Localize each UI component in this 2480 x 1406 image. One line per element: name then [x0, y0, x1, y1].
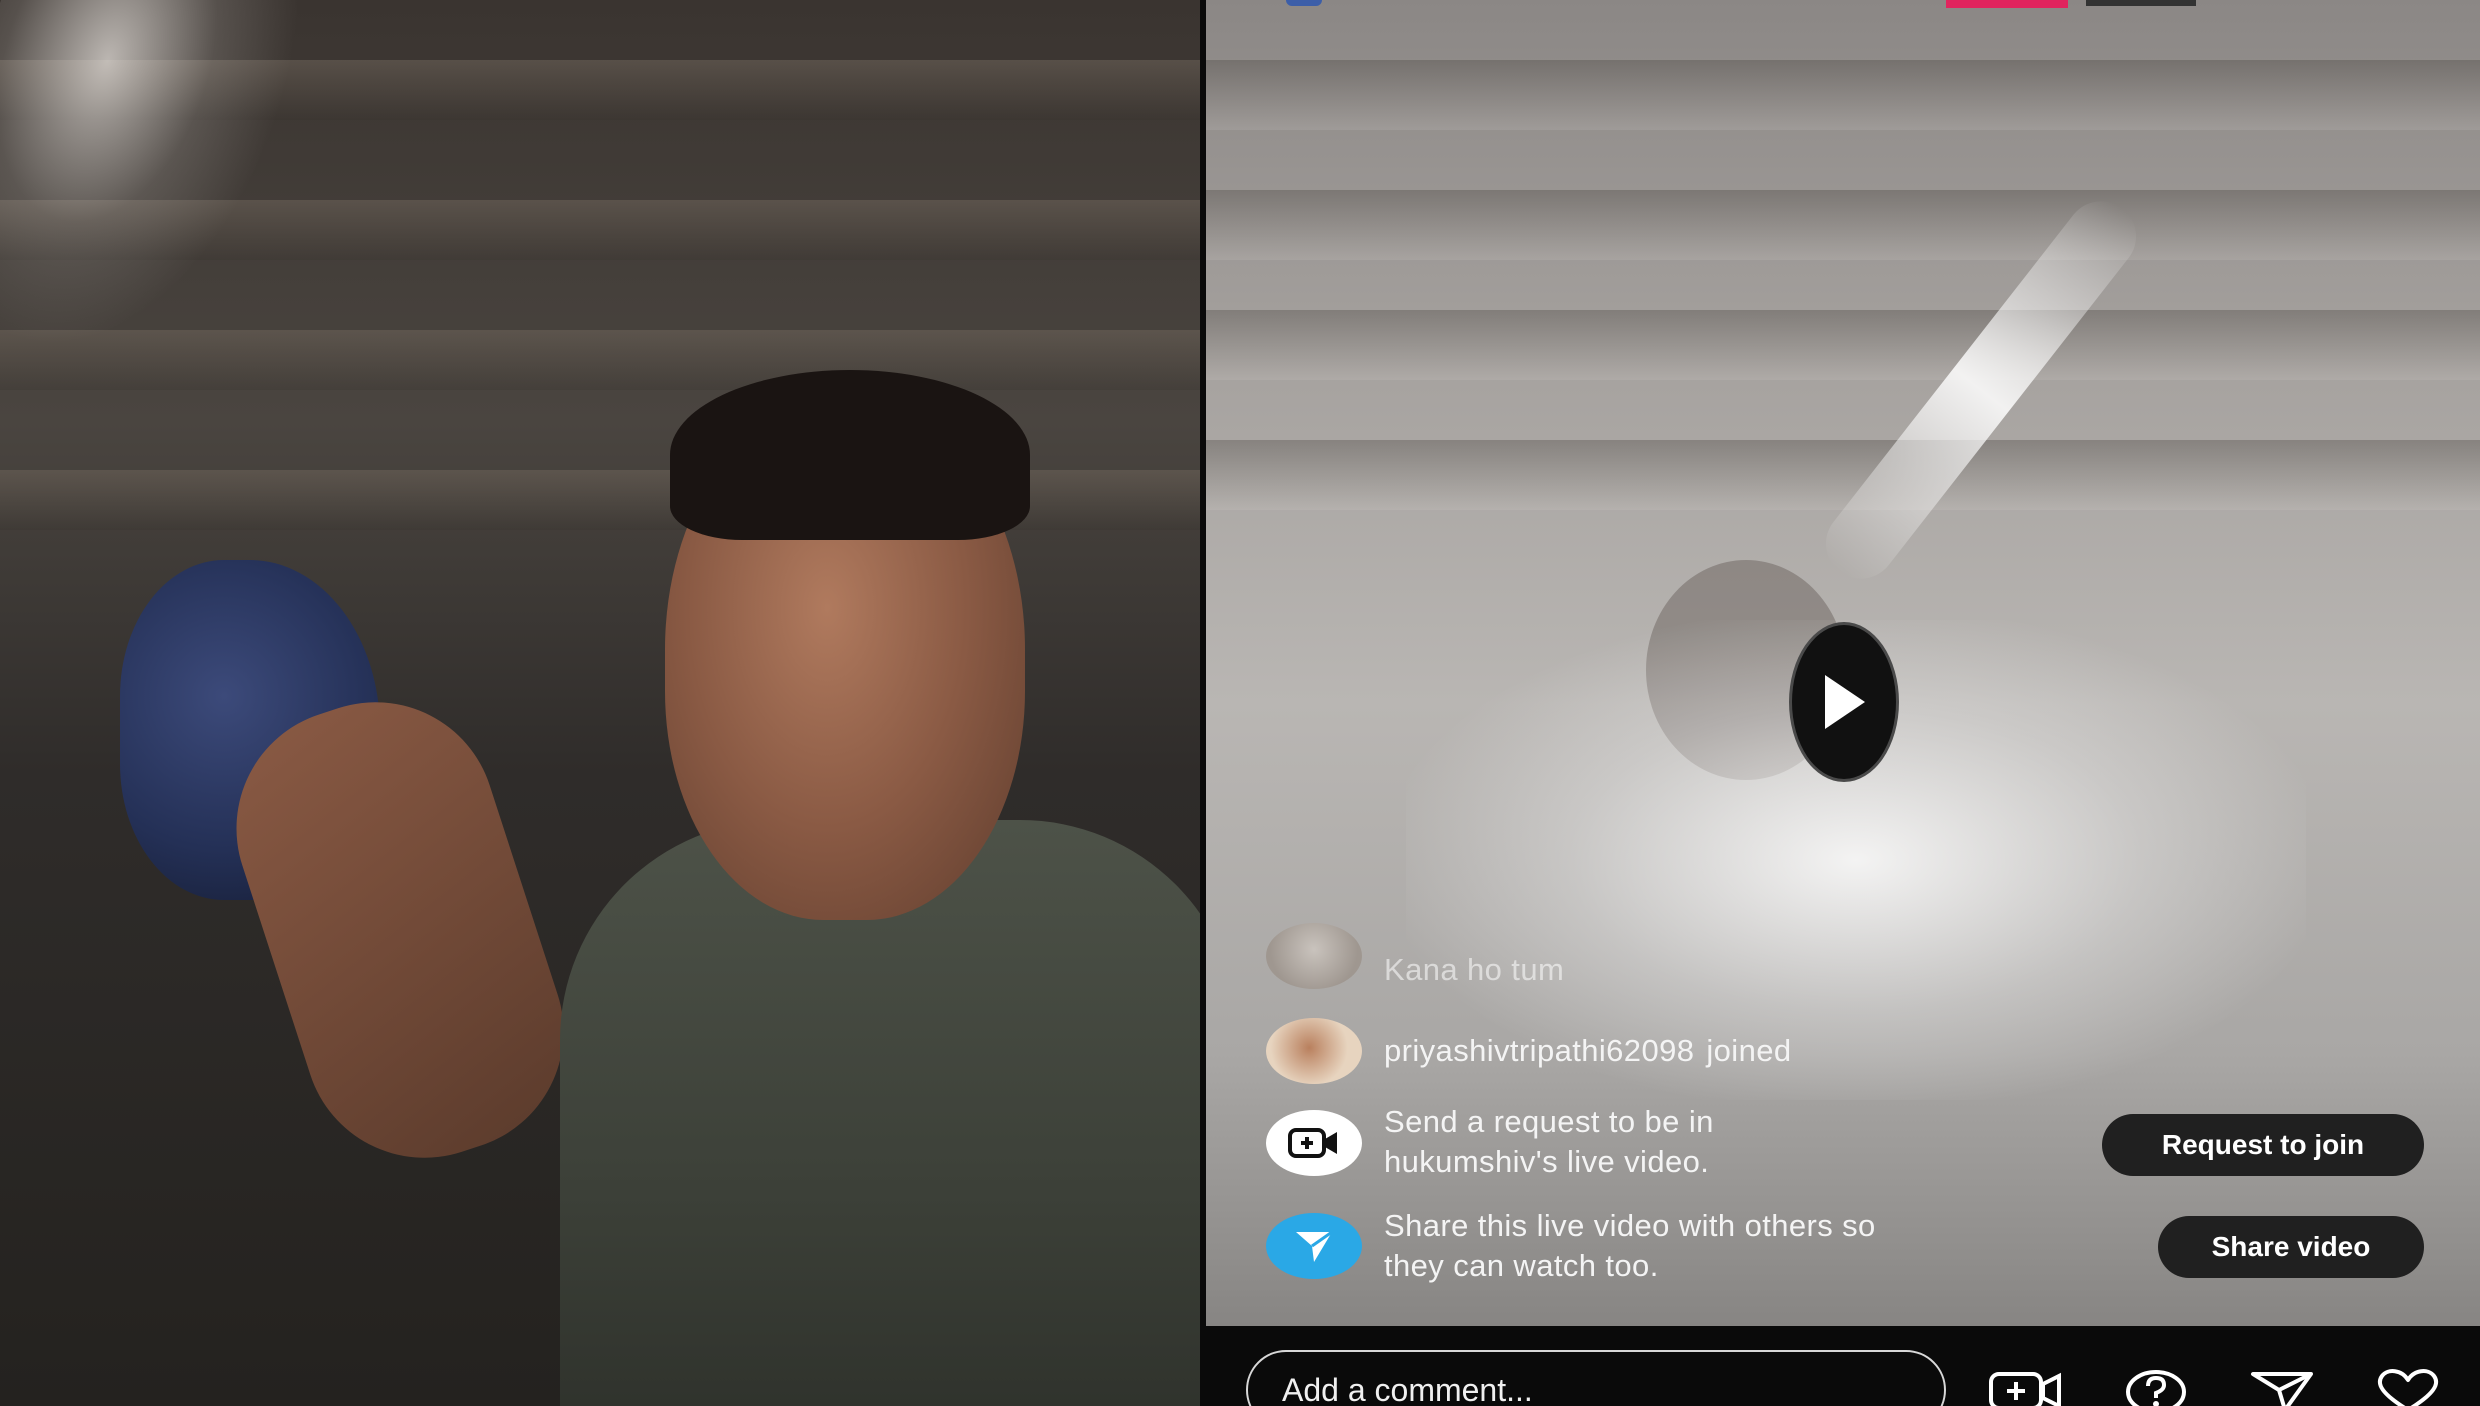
- comment-row: Kana ho tum: [1266, 922, 1564, 990]
- heart-icon[interactable]: [2370, 1366, 2446, 1406]
- comment-input[interactable]: Add a comment...: [1246, 1350, 1946, 1406]
- share-video-button[interactable]: Share video: [2158, 1216, 2424, 1278]
- camera-video-frame: [0, 0, 1200, 1406]
- ceiling-beam: [1206, 190, 2480, 260]
- request-prompt: Send a request to be in hukumshiv's live…: [1266, 1104, 1714, 1182]
- comment-row: priyashivtripathi62098 joined: [1266, 1018, 1792, 1084]
- question-icon[interactable]: [2118, 1366, 2194, 1406]
- profile-indicator: [1286, 0, 1322, 6]
- comment-text: joined: [1706, 1033, 1792, 1068]
- send-icon[interactable]: [2244, 1366, 2320, 1406]
- ceiling-beam: [1206, 60, 2480, 130]
- live-badge: [1946, 0, 2068, 8]
- send-icon: [1266, 1213, 1362, 1279]
- person-hair: [670, 370, 1030, 540]
- viewer-count-badge: [2086, 0, 2196, 6]
- share-prompt: Share this live video with others so the…: [1266, 1206, 1876, 1286]
- play-icon: [1825, 675, 1865, 729]
- user-avatar[interactable]: [1266, 1018, 1362, 1084]
- play-button[interactable]: [1789, 622, 1899, 782]
- request-line-1: Send a request to be in: [1384, 1104, 1714, 1139]
- share-line-1: Share this live video with others so: [1384, 1208, 1876, 1243]
- request-to-join-button[interactable]: Request to join: [2102, 1114, 2424, 1176]
- comment-username: priyashivtripathi62098: [1384, 1033, 1695, 1068]
- ceiling-beam: [1206, 310, 2480, 380]
- request-line-2: hukumshiv's live video.: [1384, 1144, 1710, 1179]
- add-video-icon: [1266, 1110, 1362, 1176]
- comment-text: Kana ho tum: [1384, 952, 1565, 987]
- ceiling-beam: [1206, 440, 2480, 510]
- add-video-icon[interactable]: [1988, 1366, 2064, 1406]
- share-line-2: they can watch too.: [1384, 1248, 1659, 1283]
- live-video-view: Kana ho tum priyashivtripathi62098 joine…: [1206, 0, 2480, 1406]
- user-avatar[interactable]: [1266, 923, 1362, 989]
